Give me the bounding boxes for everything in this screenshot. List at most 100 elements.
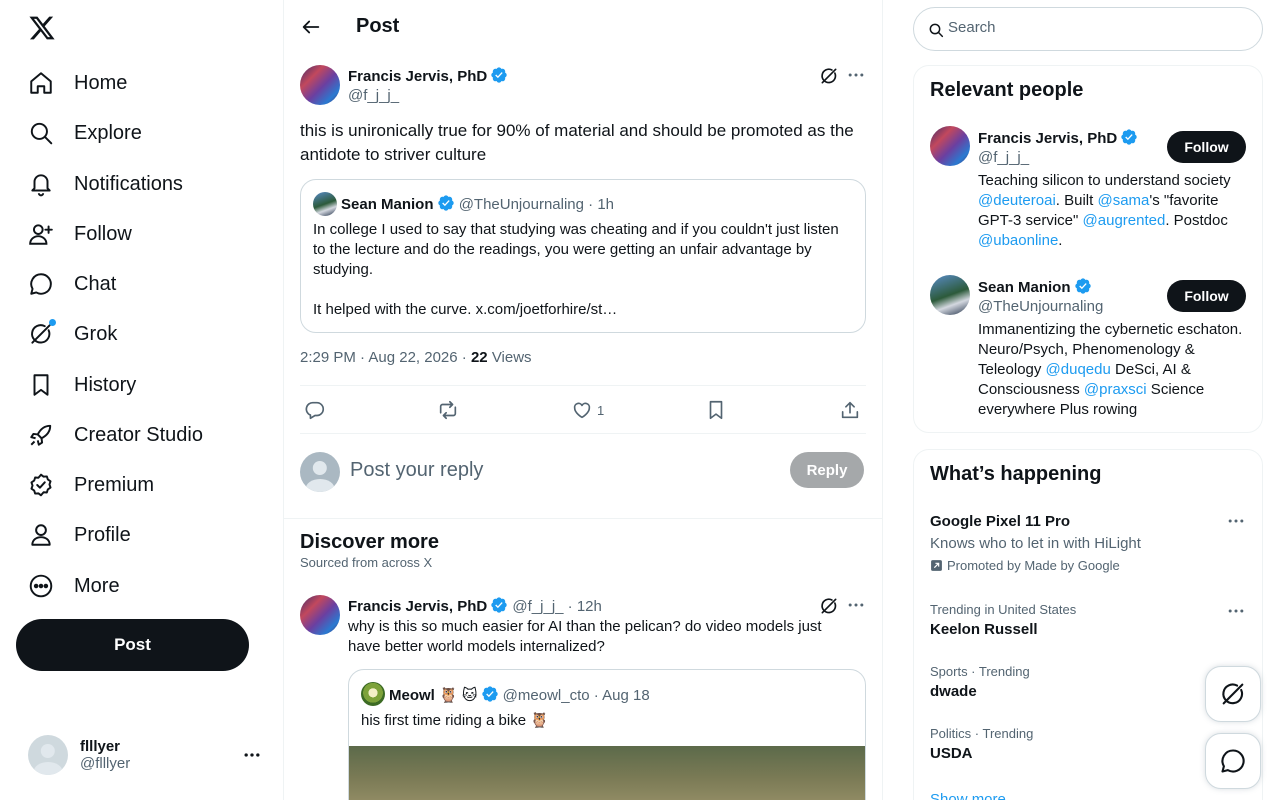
promo-name[interactable]: Google Pixel 11 Pro	[930, 513, 1070, 530]
trend-name[interactable]: USDA	[930, 745, 973, 762]
mention-link[interactable]: @praxsci	[1084, 381, 1147, 398]
nav-grok-label: Grok	[74, 322, 118, 345]
more-dots-icon[interactable]	[1226, 601, 1246, 621]
x-logo-icon[interactable]	[28, 14, 56, 42]
more-dots-icon[interactable]	[1226, 511, 1246, 531]
person-name[interactable]: Francis Jervis, PhD	[978, 128, 1138, 147]
trend-context: Sports · Trending	[930, 664, 1030, 679]
mention-link[interactable]: @augrented	[1083, 212, 1166, 229]
person-handle[interactable]: @f_j_j_	[978, 149, 1029, 166]
discover-title: Discover more	[300, 531, 439, 553]
repost-action[interactable]	[437, 398, 463, 422]
trend-name[interactable]: Keelon Russell	[930, 621, 1038, 638]
verified-icon	[1121, 129, 1137, 145]
more-dots-icon[interactable]	[846, 595, 866, 615]
grok-float-button[interactable]	[1205, 666, 1261, 722]
like-action[interactable]: 1	[571, 398, 604, 422]
mention-link[interactable]: @duqedu	[1046, 361, 1111, 378]
nav-chat[interactable]: Chat	[28, 264, 116, 304]
nav-home[interactable]: Home	[28, 63, 127, 103]
post-button[interactable]: Post	[16, 619, 249, 671]
grok-icon[interactable]	[819, 596, 839, 616]
discover-author-handle[interactable]: @f_j_j_	[512, 598, 563, 615]
person-name-text: Sean Manion	[978, 279, 1071, 296]
verified-badge-icon	[28, 472, 54, 498]
grok-icon[interactable]	[819, 66, 839, 86]
post-timestamp: 2:29 PM · Aug 22, 2026 ·	[300, 349, 467, 366]
discover-post-time: 12h	[576, 598, 602, 615]
avatar	[300, 452, 340, 492]
mention-link[interactable]: @sama	[1097, 192, 1149, 209]
follow-button[interactable]: Follow	[1167, 131, 1246, 163]
account-switcher[interactable]: flllyer @flllyer	[28, 733, 268, 777]
relevant-people-title: Relevant people	[930, 79, 1084, 101]
grok-icon	[1222, 683, 1244, 705]
search-input[interactable]	[948, 19, 1248, 36]
more-dots-icon[interactable]	[846, 65, 866, 85]
quote-author-handle: @TheUnjournaling	[458, 196, 584, 213]
follow-button[interactable]: Follow	[1167, 280, 1246, 312]
bookmark-action[interactable]	[705, 398, 731, 422]
quote-time: 1h	[597, 196, 615, 213]
notification-dot	[49, 319, 56, 326]
chat-float-button[interactable]	[1205, 733, 1261, 789]
search-box[interactable]	[913, 7, 1263, 51]
reply-composer: Post your reply Reply	[300, 452, 866, 492]
rocket-icon	[28, 422, 54, 448]
post-meta: 2:29 PM · Aug 22, 2026 · 22 Views	[300, 349, 532, 366]
post-author-handle[interactable]: @f_j_j_	[348, 87, 399, 104]
quote-text-body: his first time riding a bike	[361, 712, 527, 729]
video-thumbnail[interactable]	[349, 746, 865, 800]
bio-text: .	[1058, 232, 1063, 249]
nav-notifications-label: Notifications	[74, 172, 183, 195]
nav-history[interactable]: History	[28, 365, 136, 405]
discover-author-name[interactable]: Francis Jervis, PhD	[348, 598, 487, 615]
main-column: Post Francis Jervis, PhD @f_j_j_ this is…	[284, 0, 883, 800]
nav-profile[interactable]: Profile	[28, 515, 131, 555]
nav-chat-label: Chat	[74, 272, 117, 295]
nav-follow[interactable]: Follow	[28, 214, 132, 254]
nav-more[interactable]: More	[28, 566, 120, 606]
nav-notifications[interactable]: Notifications	[28, 164, 183, 204]
nav-profile-label: Profile	[74, 523, 131, 546]
nav-grok[interactable]: Grok	[28, 314, 117, 354]
like-count: 1	[597, 402, 605, 418]
back-arrow-icon[interactable]	[300, 16, 322, 38]
nav-history-label: History	[74, 373, 137, 396]
bio-text: . Postdoc	[1165, 212, 1228, 229]
discover-quoted-post[interactable]: Meowl 🦉 🐱 @meowl_cto · Aug 18 his first …	[348, 669, 866, 800]
post-author-name-text: Francis Jervis, PhD	[348, 68, 488, 85]
person-avatar[interactable]	[930, 275, 970, 315]
post-author-avatar[interactable]	[300, 65, 340, 105]
more-circle-icon	[28, 573, 54, 599]
quote-text-emoji: 🦉	[530, 712, 549, 729]
share-action[interactable]	[839, 398, 865, 422]
promoted-icon	[931, 560, 942, 571]
quote-author-emoji: 🦉 🐱	[439, 687, 478, 704]
quote-author-name: Meowl	[389, 687, 435, 704]
post-author-name[interactable]: Francis Jervis, PhD	[348, 66, 508, 85]
mention-link[interactable]: @ubaonline	[978, 232, 1058, 249]
bookmark-icon	[709, 400, 723, 420]
discover-author-avatar[interactable]	[300, 595, 340, 635]
more-dots-icon	[244, 753, 260, 757]
trend-context: Politics · Trending	[930, 726, 1034, 741]
left-sidebar: Home Explore Notifications Follow Chat G…	[0, 0, 284, 800]
bookmark-icon	[28, 372, 54, 398]
trend-name[interactable]: dwade	[930, 683, 977, 700]
person-avatar[interactable]	[930, 126, 970, 166]
nav-explore[interactable]: Explore	[28, 113, 142, 153]
reply-input[interactable]: Post your reply	[350, 459, 483, 482]
views-label: Views	[491, 349, 532, 366]
reply-action[interactable]	[304, 398, 330, 422]
nav-creator-studio-label: Creator Studio	[74, 423, 203, 446]
reply-button[interactable]: Reply	[790, 452, 864, 488]
show-more-link[interactable]: Show more	[930, 791, 1006, 800]
nav-premium[interactable]: Premium	[28, 465, 154, 505]
account-handle: @flllyer	[80, 755, 131, 772]
mention-link[interactable]: @deuteroai	[978, 192, 1056, 209]
nav-creator-studio[interactable]: Creator Studio	[28, 415, 203, 455]
person-name[interactable]: Sean Manion	[978, 277, 1092, 296]
person-handle[interactable]: @TheUnjournaling	[978, 298, 1103, 315]
quoted-post[interactable]: Sean Manion @TheUnjournaling · 1h In col…	[300, 179, 866, 333]
